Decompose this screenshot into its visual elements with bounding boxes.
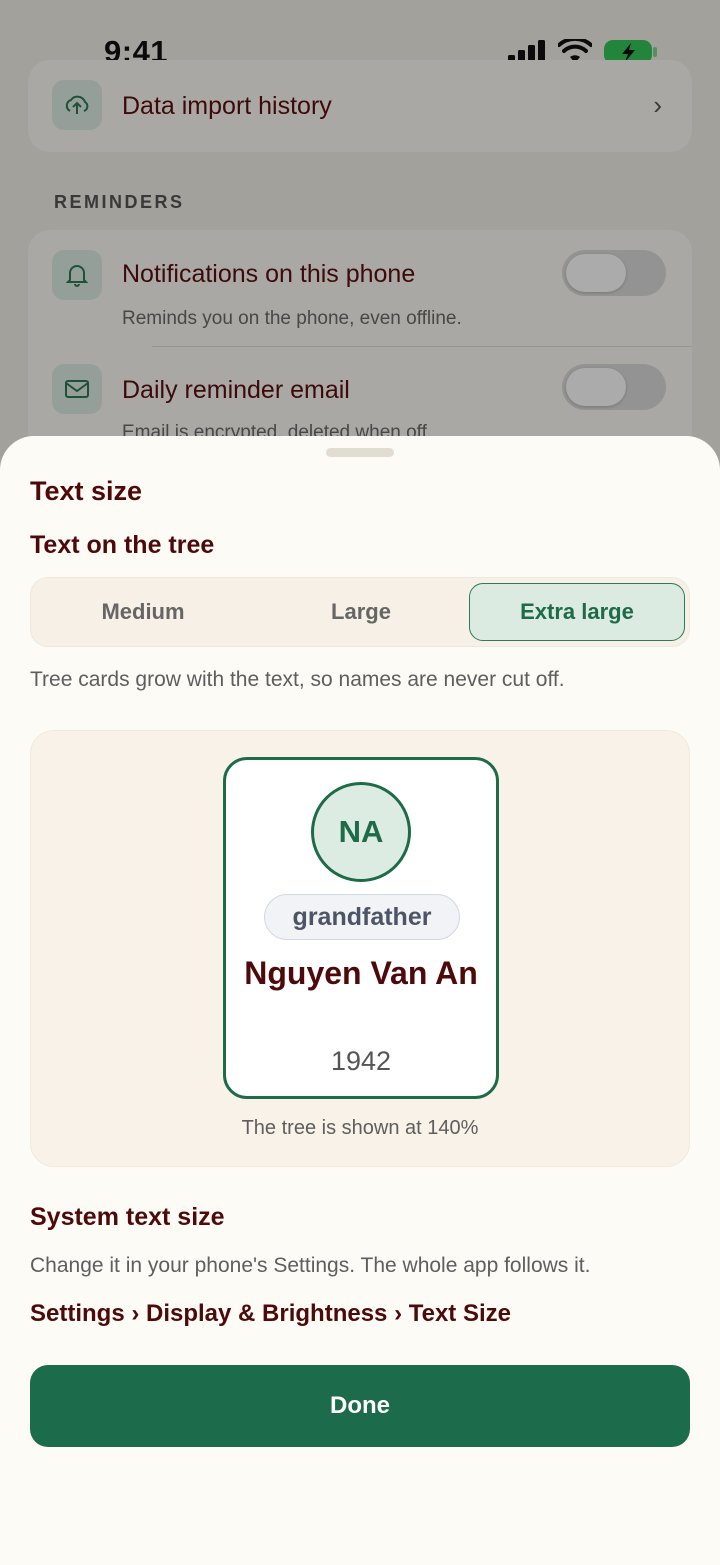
- scale-note: The tree is shown at 140%: [241, 1117, 479, 1139]
- tree-preview: NA grandfather Nguyen Van An 1942 The tr…: [30, 730, 690, 1167]
- option-large[interactable]: Large: [253, 583, 469, 641]
- text-size-sheet: Text size Text on the tree Medium Large …: [0, 436, 720, 1565]
- person-year: 1942: [330, 1046, 392, 1076]
- person-name: Nguyen Van An: [244, 955, 478, 991]
- settings-path: Settings › Display & Brightness › Text S…: [30, 1300, 511, 1327]
- option-medium[interactable]: Medium: [35, 583, 251, 641]
- avatar: NA: [311, 782, 411, 882]
- sheet-title: Text size: [30, 476, 143, 506]
- system-helper-text: Change it in your phone's Settings. The …: [30, 1254, 591, 1277]
- tree-text-section-title: Text on the tree: [30, 531, 215, 559]
- done-button[interactable]: Done: [30, 1365, 690, 1447]
- relation-badge: grandfather: [264, 894, 460, 940]
- system-text-section-title: System text size: [30, 1203, 225, 1231]
- text-size-segmented-control: Medium Large Extra large: [30, 577, 690, 647]
- sheet-grabber[interactable]: [326, 448, 394, 457]
- option-extra-large[interactable]: Extra large: [469, 583, 685, 641]
- person-card: NA grandfather Nguyen Van An 1942: [223, 757, 499, 1099]
- tree-helper-text: Tree cards grow with the text, so names …: [30, 668, 565, 691]
